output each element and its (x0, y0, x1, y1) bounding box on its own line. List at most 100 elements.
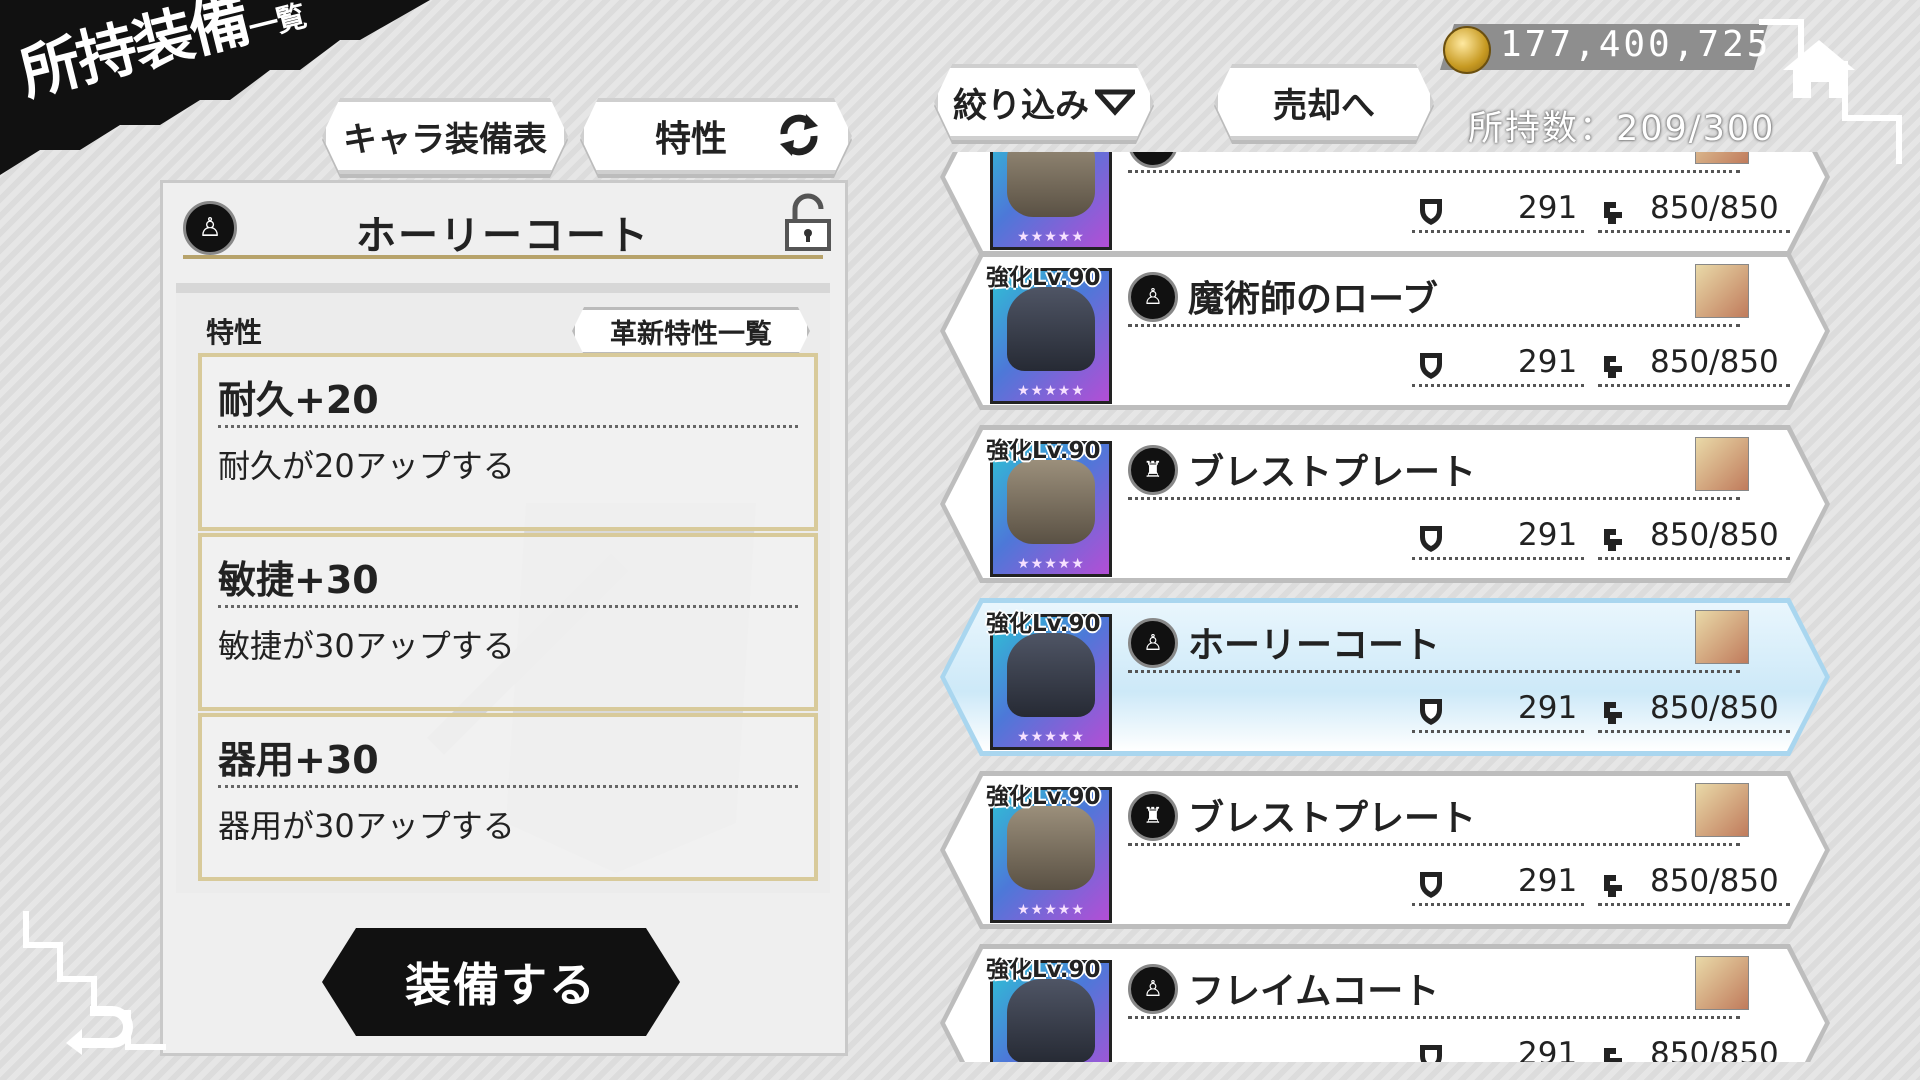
durability-icon (1604, 875, 1622, 897)
shield-icon (1420, 526, 1442, 552)
trait-name: 器用+30 (218, 738, 379, 782)
robe-type-icon: ♙ (1128, 964, 1178, 1014)
name-divider (1128, 497, 1740, 500)
character-portrait (1695, 264, 1749, 318)
equipment-art (1007, 287, 1095, 371)
durability-value: 850/850 (1650, 517, 1779, 553)
innovative-trait-list-button[interactable]: 革新特性一覧 (572, 307, 810, 355)
equipment-art (1007, 152, 1095, 217)
header-divider (183, 255, 823, 259)
name-divider (1128, 324, 1740, 327)
durability-value: 850/850 (1650, 690, 1779, 726)
durability-icon (1604, 1048, 1622, 1062)
shield-icon (1420, 699, 1442, 725)
durability-icon (1604, 202, 1622, 224)
equipment-list[interactable]: ★★★★★ ♙ 291 850/850 ★★★★★ 強化L (930, 152, 1840, 1062)
defense-value: 291 (1518, 690, 1578, 726)
refresh-icon (774, 112, 824, 158)
equipment-name: ホーリーコート (1188, 625, 1441, 666)
equipment-row[interactable]: ★★★★★ 強化Lv.90 ♙ フレイムコート 291 850/850 (940, 944, 1830, 1062)
equipment-name: ブレストプレート (1188, 798, 1477, 839)
armor-type-icon: ♜ (1128, 445, 1178, 495)
chara-equip-table-label: キャラ装備表 (343, 119, 547, 160)
durability-icon (1604, 529, 1622, 551)
filter-button[interactable]: 絞り込み (934, 64, 1154, 140)
equipment-detail-panel: ♙ ホーリーコート 特性 革新特性一覧 耐久+20 耐久が20アップする 敏捷+… (160, 180, 848, 1056)
rarity-stars: ★★★★★ (1017, 229, 1085, 245)
equipment-row[interactable]: ★★★★★ ♙ 291 850/850 (940, 152, 1830, 256)
trait-divider (218, 605, 798, 608)
equipment-row[interactable]: ★★★★★ 強化Lv.90 ♙ ホーリーコート 291 850/850 (940, 598, 1830, 756)
name-divider (1128, 1016, 1740, 1019)
robe-type-icon: ♙ (1128, 272, 1178, 322)
durability-value: 850/850 (1650, 344, 1779, 380)
sell-label: 売却へ (1273, 85, 1375, 126)
character-portrait (1695, 783, 1749, 837)
return-arrow-icon (80, 1006, 133, 1048)
equipment-art (1007, 806, 1095, 890)
trait-divider (218, 785, 798, 788)
owned-count: 所持数：209/300 (1468, 109, 1776, 149)
equipment-name: ブレストプレート (1188, 452, 1477, 493)
equipment-row[interactable]: ★★★★★ 強化Lv.90 ♙ 魔術師のローブ 291 850/850 (940, 252, 1830, 410)
chara-equip-table-button[interactable]: キャラ装備表 (322, 98, 568, 174)
defense-underline (1412, 230, 1584, 233)
durability-value: 850/850 (1650, 863, 1779, 899)
trait-toggle-button[interactable]: 特性 (580, 98, 852, 174)
name-divider (1128, 170, 1740, 173)
equip-button[interactable]: 装備する (322, 928, 680, 1036)
character-portrait (1695, 610, 1749, 664)
defense-value: 291 (1518, 344, 1578, 380)
durability-value: 850/850 (1650, 1036, 1779, 1062)
trait-card: 器用+30 器用が30アップする (198, 713, 818, 881)
back-button[interactable] (20, 905, 170, 1055)
unlock-icon[interactable] (779, 193, 837, 251)
character-portrait (1695, 437, 1749, 491)
equipment-name: 魔術師のローブ (1188, 279, 1438, 320)
trait-description: 器用が30アップする (218, 807, 515, 845)
durability-value: 850/850 (1650, 190, 1779, 226)
armor-type-icon: ♜ (1128, 791, 1178, 841)
shield-icon (1420, 353, 1442, 379)
home-button[interactable] (1755, 18, 1905, 168)
detail-item-name: ホーリーコート (356, 213, 650, 259)
home-icon (1783, 40, 1855, 98)
coin-icon (1443, 26, 1491, 74)
enhance-level: 強化Lv.90 (986, 957, 1101, 983)
durability-underline (1598, 903, 1790, 906)
defense-value: 291 (1518, 1036, 1578, 1062)
rarity-stars: ★★★★★ (1017, 556, 1085, 572)
rarity-stars: ★★★★★ (1017, 729, 1085, 745)
equipment-thumbnail: ★★★★★ (990, 152, 1112, 250)
equipment-art (1007, 633, 1095, 717)
shield-icon (1420, 199, 1442, 225)
trait-card: 敏捷+30 敏捷が30アップする (198, 533, 818, 711)
defense-value: 291 (1518, 863, 1578, 899)
equipment-art (1007, 979, 1095, 1062)
defense-underline (1412, 730, 1584, 733)
enhance-level: 強化Lv.90 (986, 611, 1101, 637)
trait-card: 耐久+20 耐久が20アップする (198, 353, 818, 531)
shield-icon (1420, 1045, 1442, 1062)
enhance-level: 強化Lv.90 (986, 438, 1101, 464)
durability-underline (1598, 730, 1790, 733)
defense-underline (1412, 384, 1584, 387)
name-divider (1128, 670, 1740, 673)
name-divider (1128, 843, 1740, 846)
trait-section: 特性 革新特性一覧 耐久+20 耐久が20アップする 敏捷+30 敏捷が30アッ… (176, 283, 830, 893)
trait-toggle-label: 特性 (654, 119, 727, 160)
trait-divider (218, 425, 798, 428)
durability-underline (1598, 557, 1790, 560)
trait-description: 敏捷が30アップする (218, 627, 515, 665)
rarity-stars: ★★★★★ (1017, 902, 1085, 918)
filter-label: 絞り込み (953, 85, 1089, 126)
robe-type-icon: ♙ (1128, 618, 1178, 668)
trait-name: 敏捷+30 (218, 558, 379, 602)
equipment-row[interactable]: ★★★★★ 強化Lv.90 ♜ ブレストプレート 291 850/850 (940, 771, 1830, 929)
shield-icon (1420, 872, 1442, 898)
equipment-row[interactable]: ★★★★★ 強化Lv.90 ♜ ブレストプレート 291 850/850 (940, 425, 1830, 583)
defense-value: 291 (1518, 517, 1578, 553)
enhance-level: 強化Lv.90 (986, 784, 1101, 810)
sell-button[interactable]: 売却へ (1214, 64, 1434, 140)
character-portrait (1695, 956, 1749, 1010)
